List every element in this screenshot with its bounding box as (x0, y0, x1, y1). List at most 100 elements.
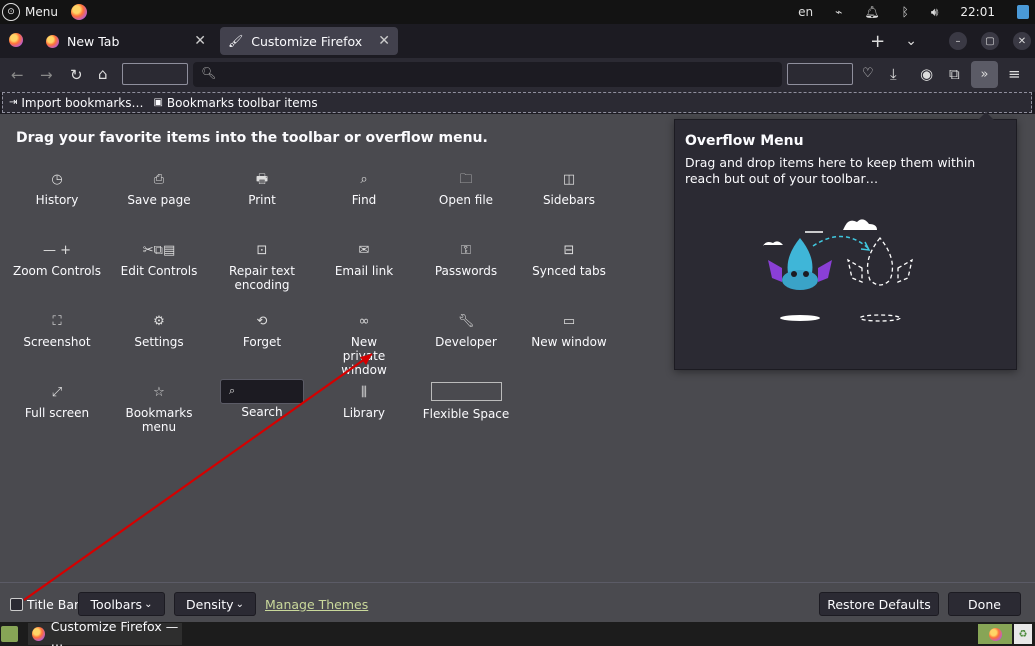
tab-label: New Tab (67, 33, 120, 49)
palette-item-search[interactable]: ⌕ Search (212, 379, 312, 419)
language-indicator[interactable]: en (798, 5, 813, 19)
save-icon: ⎙ (153, 172, 165, 187)
tab-label: Customize Firefox (251, 33, 363, 49)
overflow-menu-panel[interactable]: Overflow Menu Drag and drop items here t… (674, 112, 1017, 370)
palette-item-new-private-window[interactable]: ∞ New private window (314, 313, 414, 377)
manage-themes-link[interactable]: Manage Themes (265, 597, 368, 612)
tray-app-icon[interactable] (1017, 5, 1029, 19)
cloud-icon (763, 241, 783, 246)
palette-item-library[interactable]: ⫼ Library (314, 384, 414, 420)
toolbar-flexible-space-right[interactable] (787, 63, 853, 85)
palette-item-history[interactable]: ◷ History (7, 171, 107, 207)
system-logo-icon: ⊙ (2, 3, 20, 21)
toolbar-flexible-space-left[interactable] (122, 63, 188, 85)
overflow-menu-button[interactable]: » (971, 61, 998, 88)
palette-item-synced-tabs[interactable]: ⊟ Synced tabs (519, 242, 619, 278)
volume-icon[interactable]: 🔊︎ (931, 5, 939, 20)
palette-item-developer[interactable]: 🔧︎ Developer (416, 313, 516, 349)
overflow-menu-description: Drag and drop items here to keep them wi… (685, 155, 976, 186)
title-bar-checkbox[interactable] (10, 598, 23, 611)
palette-item-flexible-space[interactable]: Flexible Space (416, 382, 516, 421)
start-menu-icon[interactable] (1, 626, 18, 642)
panel-arrow (978, 112, 994, 120)
firefox-view-icon[interactable] (9, 33, 23, 47)
toolbars-label: Toolbars (90, 596, 143, 612)
palette-item-email-link[interactable]: ✉ Email link (314, 242, 414, 278)
encoding-icon: ⊡ (256, 243, 268, 258)
tab-strip: New Tab ✕ 🖌︎ Customize Firefox ✕ + ⌄ – ▢… (0, 24, 1035, 58)
palette-item-zoom-controls[interactable]: — + Zoom Controls (7, 242, 107, 278)
palette-item-print[interactable]: 🖶︎ Print (212, 171, 312, 207)
bookmarks-toolbar-items[interactable]: ▣ Bookmarks toolbar items (153, 96, 317, 110)
taskbar-window-firefox[interactable]: Customize Firefox — … (28, 619, 182, 646)
home-icon[interactable]: ⌂ (98, 65, 108, 83)
tab-close-icon[interactable]: ✕ (194, 33, 206, 49)
palette-item-edit-controls[interactable]: ✂⧉▤ Edit Controls (109, 242, 209, 278)
system-menu-button[interactable]: ⊙ Menu (0, 0, 87, 24)
new-tab-button[interactable]: + (870, 31, 885, 52)
clock[interactable]: 22:01 (960, 5, 995, 19)
title-bar-label[interactable]: Title Bar (27, 597, 79, 612)
downloads-icon[interactable]: ⤓ (890, 65, 897, 83)
screenshot-icon: ⛶ (52, 314, 62, 329)
density-label: Density (186, 596, 234, 612)
palette-item-new-window[interactable]: ▭ New window (519, 313, 619, 349)
palette-item-find[interactable]: ⌕ Find (314, 171, 414, 207)
zoom-icon: — + (42, 243, 72, 258)
import-bookmarks-button[interactable]: ⇥ Import bookmarks… (9, 96, 143, 110)
mask-icon: ∞ (358, 314, 370, 329)
tab-close-icon[interactable]: ✕ (378, 33, 390, 49)
customize-tab-icon: 🖌︎ (228, 34, 244, 48)
palette-item-save-page[interactable]: ⎙ Save page (109, 171, 209, 207)
bookmark-label: Import bookmarks… (21, 95, 144, 110)
list-all-tabs-button[interactable]: ⌄ (905, 33, 917, 49)
palette-item-repair-text-encoding[interactable]: ⊡ Repair text encoding (212, 242, 312, 292)
maximize-button[interactable]: ▢ (981, 32, 999, 50)
close-window-button[interactable]: ✕ (1013, 32, 1031, 50)
extensions-icon[interactable]: ⧉ (949, 65, 960, 83)
palette-item-bookmarks-menu[interactable]: ☆ Bookmarks menu (109, 384, 209, 434)
palette-item-full-screen[interactable]: ⤢ Full screen (7, 384, 107, 420)
trash-icon[interactable]: ♻ (1014, 624, 1032, 644)
app-menu-icon[interactable]: ≡ (1008, 65, 1021, 83)
search-widget: ⌕ (220, 379, 304, 404)
minimize-button[interactable]: – (949, 32, 967, 50)
toolbars-button[interactable]: Toolbars ⌄ (78, 592, 165, 616)
firefox-launcher-icon[interactable] (70, 4, 87, 20)
library-icon: ⫼ (361, 385, 367, 400)
palette-item-open-file[interactable]: 🗀︎ Open file (416, 171, 516, 207)
bookmark-label: Bookmarks toolbar items (166, 95, 318, 110)
forward-icon[interactable]: → (40, 66, 53, 84)
network-icon[interactable]: ⌁ (835, 5, 842, 19)
wrench-icon: 🔧︎ (457, 314, 475, 329)
pocket-icon[interactable]: ♡ (862, 66, 874, 81)
url-bar[interactable]: 🔍︎ (193, 62, 782, 87)
key-icon: ⚿ (461, 243, 471, 258)
tray-firefox-button[interactable] (978, 624, 1012, 644)
account-icon[interactable]: ◉ (920, 65, 933, 83)
notification-bell-icon[interactable]: 🔔︎ (864, 5, 879, 19)
palette-item-screenshot[interactable]: ⛶ Screenshot (7, 313, 107, 349)
print-icon: 🖶︎ (255, 172, 269, 187)
density-button[interactable]: Density ⌄ (174, 592, 256, 616)
tab-customize-firefox[interactable]: 🖌︎ Customize Firefox ✕ (220, 27, 398, 55)
reload-icon[interactable]: ↻ (70, 66, 83, 84)
sidebar-icon: ◫ (562, 172, 576, 187)
email-icon: ✉ (358, 243, 370, 258)
restore-defaults-button[interactable]: Restore Defaults (819, 592, 939, 616)
done-button[interactable]: Done (948, 592, 1021, 616)
system-taskbar: Customize Firefox — … ♻ (0, 619, 1035, 646)
tab-new-tab[interactable]: New Tab ✕ (38, 27, 214, 55)
palette-item-passwords[interactable]: ⚿ Passwords (416, 242, 516, 278)
dashed-outline (866, 236, 894, 286)
find-icon: ⌕ (360, 172, 368, 187)
overflow-illustration (763, 219, 913, 322)
palette-item-settings[interactable]: ⚙ Settings (109, 313, 209, 349)
synced-icon: ⊟ (563, 243, 575, 258)
back-icon[interactable]: ← (11, 66, 24, 84)
gear-icon: ⚙ (153, 314, 165, 329)
bluetooth-icon[interactable]: ᛒ (902, 5, 909, 19)
palette-item-forget[interactable]: ⟲ Forget (212, 313, 312, 349)
edit-icon: ✂⧉▤ (142, 243, 176, 258)
palette-item-sidebars[interactable]: ◫ Sidebars (519, 171, 619, 207)
